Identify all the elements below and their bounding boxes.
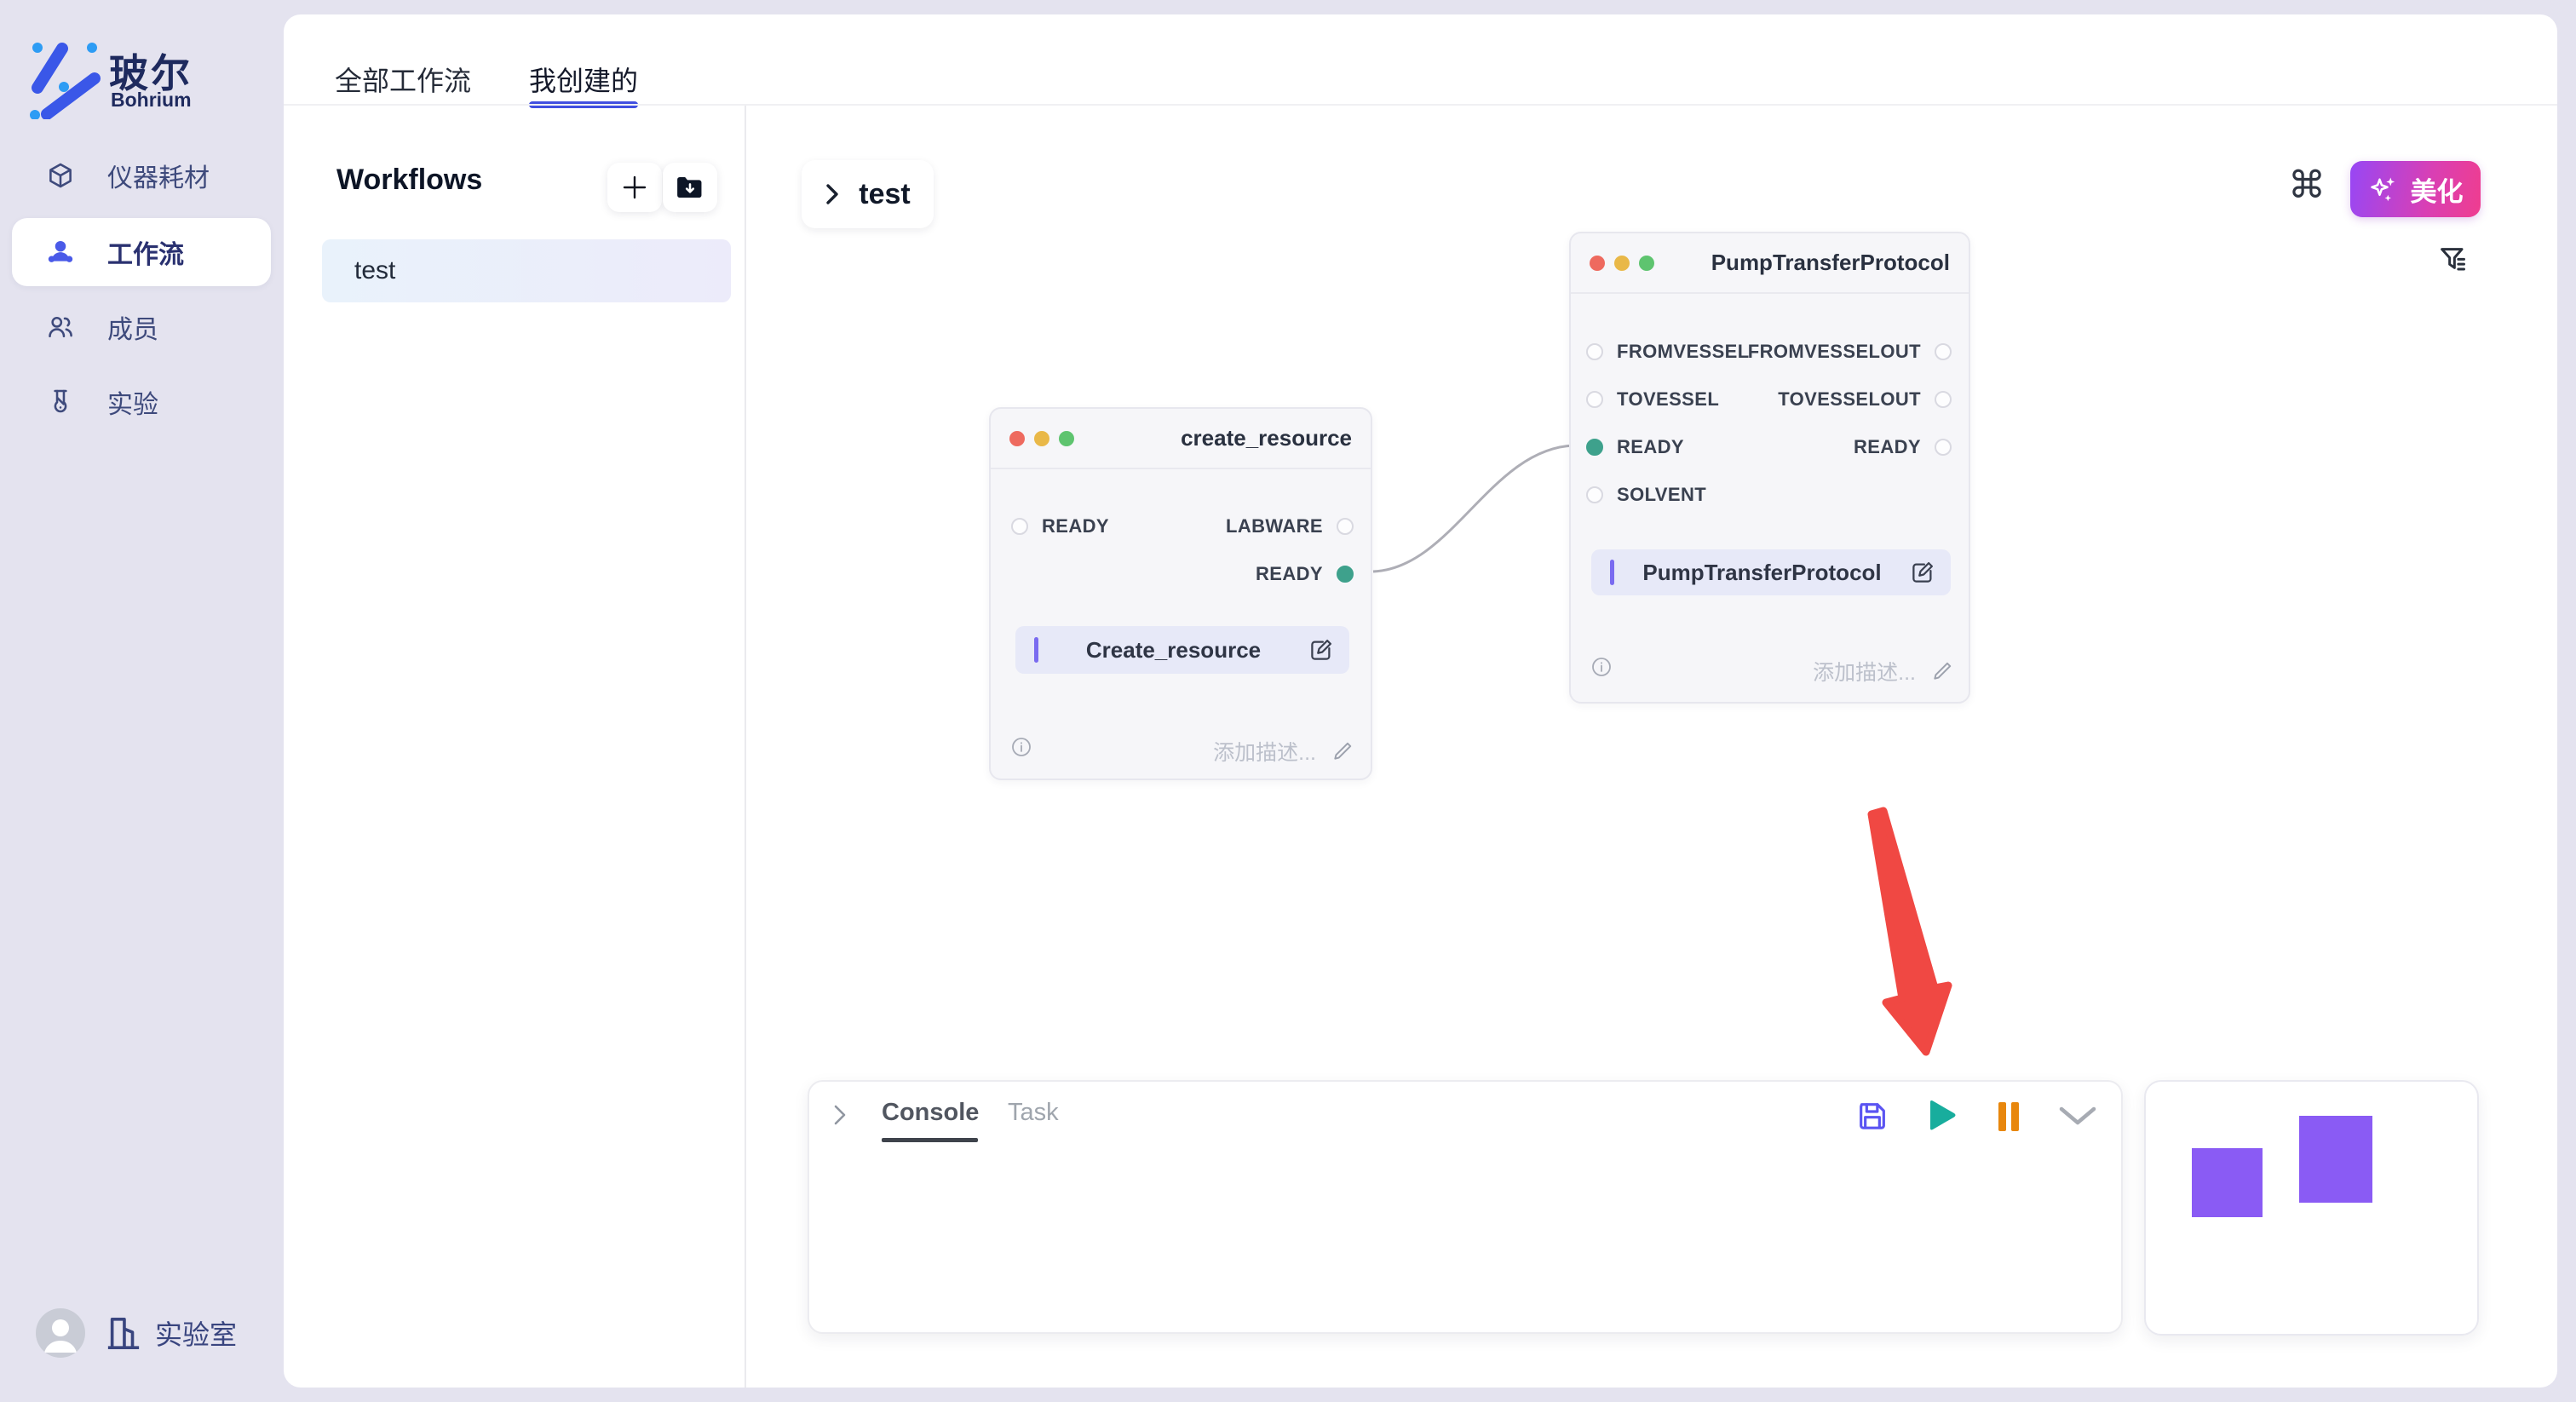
- node-header: create_resource: [991, 409, 1371, 469]
- info-icon[interactable]: [1011, 737, 1032, 757]
- port-circle[interactable]: [1586, 391, 1603, 408]
- port-circle[interactable]: [1586, 486, 1603, 503]
- port-output-ready[interactable]: READY: [1256, 563, 1354, 585]
- users-icon: [46, 313, 75, 342]
- sidebar-item-workflow[interactable]: 工作流: [12, 218, 271, 286]
- pencil-icon: [1931, 660, 1953, 682]
- port-input-solvent[interactable]: SOLVENT: [1586, 484, 1706, 506]
- port-input-ready[interactable]: READY: [1011, 515, 1109, 537]
- workflow-item-label: test: [354, 256, 395, 285]
- console-active-underline: [882, 1138, 978, 1142]
- port-output-ready[interactable]: READY: [1854, 436, 1952, 458]
- traffic-light-green: [1639, 256, 1654, 271]
- port-circle[interactable]: [1011, 518, 1028, 535]
- app-root: 玻尔 Bohrium 仪器耗材 工作流 成员: [0, 0, 2576, 1402]
- port-output-labware[interactable]: LABWARE: [1226, 515, 1354, 537]
- pause-icon[interactable]: [1997, 1101, 2021, 1132]
- traffic-light-red: [1009, 431, 1025, 446]
- sidebar-item-label: 仪器耗材: [107, 157, 210, 194]
- tab-all-workflows[interactable]: 全部工作流: [335, 60, 471, 99]
- port-output-tovesselout[interactable]: TOVESSELOUT: [1778, 388, 1952, 411]
- panel-divider: [745, 106, 746, 1388]
- sidebar-item-label: 成员: [107, 308, 158, 346]
- minimap-node: [2192, 1148, 2263, 1217]
- port-input-fromvessel[interactable]: FROMVESSEL: [1586, 341, 1750, 363]
- minimap-node: [2299, 1116, 2372, 1203]
- beautify-button[interactable]: 美化: [2350, 161, 2481, 217]
- node-action-pill[interactable]: Create_resource: [1015, 626, 1349, 674]
- port-circle[interactable]: [1935, 343, 1952, 360]
- info-icon[interactable]: [1591, 657, 1612, 677]
- node-description-placeholder[interactable]: 添加描述...: [1213, 736, 1354, 767]
- console-tab-task[interactable]: Task: [1008, 1099, 1059, 1127]
- traffic-light-yellow: [1614, 256, 1630, 271]
- filter-icon[interactable]: [2436, 244, 2470, 278]
- edit-icon[interactable]: [1910, 560, 1935, 585]
- add-workflow-button[interactable]: [607, 163, 662, 212]
- building-icon: [106, 1313, 141, 1353]
- console-tab-console[interactable]: Console: [882, 1099, 979, 1127]
- avatar-person-icon: [36, 1308, 85, 1358]
- breadcrumb-label: test: [859, 178, 910, 211]
- team-icon: [46, 238, 75, 267]
- avatar[interactable]: [36, 1308, 85, 1358]
- node-description-placeholder[interactable]: 添加描述...: [1813, 656, 1953, 687]
- node-title: PumpTransferProtocol: [1711, 250, 1950, 276]
- port-circle-connected[interactable]: [1337, 566, 1354, 583]
- sidebar-item-members[interactable]: 成员: [12, 296, 271, 358]
- workspace-label: 实验室: [155, 1313, 237, 1353]
- port-circle-connected[interactable]: [1586, 439, 1603, 456]
- command-icon[interactable]: ⌘: [2288, 164, 2326, 207]
- sidebar-item-label: 实验: [107, 383, 158, 421]
- port-circle[interactable]: [1935, 391, 1952, 408]
- traffic-light-green: [1059, 431, 1074, 446]
- collapse-chevron-icon[interactable]: [2058, 1106, 2097, 1126]
- pencil-icon: [1331, 740, 1354, 762]
- beautify-label: 美化: [2411, 170, 2464, 209]
- node-create-resource[interactable]: create_resource READY LABWARE READY Crea…: [989, 407, 1372, 780]
- console-expand-icon[interactable]: [831, 1102, 848, 1128]
- port-circle[interactable]: [1337, 518, 1354, 535]
- flask-icon: [46, 388, 75, 417]
- port-input-tovessel[interactable]: TOVESSEL: [1586, 388, 1719, 411]
- port-output-fromvesselout[interactable]: FROMVESSELOUT: [1748, 341, 1952, 363]
- workspace-switcher[interactable]: 实验室: [36, 1308, 237, 1358]
- import-workflow-button[interactable]: [663, 163, 717, 212]
- minimap[interactable]: [2144, 1080, 2479, 1336]
- node-header: PumpTransferProtocol: [1571, 233, 1969, 294]
- port-input-ready[interactable]: READY: [1586, 436, 1684, 458]
- run-play-icon[interactable]: [1926, 1098, 1958, 1134]
- node-pump-transfer-protocol[interactable]: PumpTransferProtocol FROMVESSEL TOVESSEL…: [1569, 232, 1970, 704]
- port-circle[interactable]: [1586, 343, 1603, 360]
- workflow-list-title: Workflows: [336, 164, 482, 197]
- plus-icon: [622, 175, 647, 200]
- sidebar-item-experiments[interactable]: 实验: [12, 371, 271, 433]
- header-divider: [284, 104, 2557, 106]
- chevron-right-icon: [825, 182, 840, 206]
- traffic-light-yellow: [1034, 431, 1049, 446]
- folder-download-icon: [676, 175, 704, 200]
- save-icon[interactable]: [1855, 1099, 1889, 1133]
- canvas-breadcrumb[interactable]: test: [802, 160, 934, 228]
- bohrium-logo-icon: [29, 41, 101, 119]
- sidebar-item-label: 工作流: [107, 233, 184, 271]
- edit-icon[interactable]: [1308, 637, 1334, 663]
- sparkles-icon: [2368, 174, 2399, 204]
- sidebar-item-instruments[interactable]: 仪器耗材: [12, 145, 271, 206]
- port-circle[interactable]: [1935, 439, 1952, 456]
- workflow-list-item-test[interactable]: test: [322, 239, 731, 302]
- node-title: create_resource: [1181, 425, 1352, 451]
- traffic-light-red: [1590, 256, 1605, 271]
- brand-name-en: Bohrium: [111, 89, 192, 112]
- node-action-pill[interactable]: PumpTransferProtocol: [1591, 549, 1951, 595]
- box-icon: [46, 161, 75, 190]
- tab-my-created[interactable]: 我创建的: [529, 60, 638, 99]
